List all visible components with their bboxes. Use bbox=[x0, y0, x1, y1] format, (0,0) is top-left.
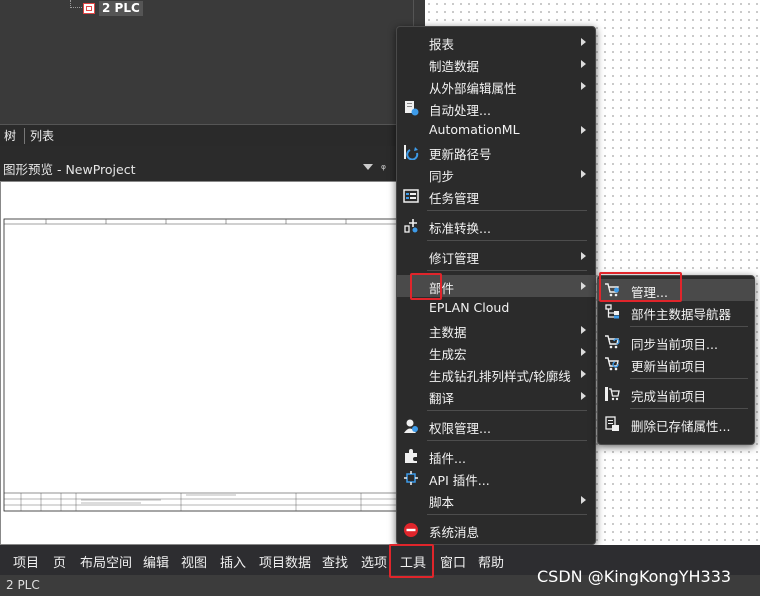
menu-item-api-add-ins[interactable]: API 插件... bbox=[397, 467, 595, 489]
menu-item-update-path-number[interactable]: 更新路径号 bbox=[397, 141, 595, 163]
menubar-item-help[interactable]: 帮助 bbox=[478, 552, 504, 571]
highlight-box-manage bbox=[599, 272, 682, 302]
submenu-item-parts-navigator[interactable]: 部件主数据导航器 bbox=[598, 301, 754, 323]
submenu-item-sync-project[interactable]: 同步当前项目... bbox=[598, 331, 754, 353]
tree-node-plc[interactable]: 2 PLC bbox=[83, 0, 143, 16]
menu-item-auto-process[interactable]: 自动处理... bbox=[397, 97, 595, 119]
menubar-item-view[interactable]: 视图 bbox=[181, 552, 207, 571]
complete-project-icon bbox=[605, 387, 620, 401]
menu-item-standard-conversion[interactable]: 标准转换... bbox=[397, 215, 595, 237]
menu-item-generate-macros[interactable]: 生成宏 bbox=[397, 341, 595, 363]
navigator-tabs: 树 列表 bbox=[0, 124, 425, 146]
menubar-item-insert[interactable]: 插入 bbox=[220, 552, 246, 571]
submenu-item-delete-stored-properties[interactable]: 删除已存储属性... bbox=[598, 413, 754, 435]
menu-separator bbox=[427, 210, 587, 211]
submenu-arrow-icon bbox=[581, 282, 586, 290]
highlight-box-tools bbox=[389, 544, 434, 578]
submenu-separator bbox=[630, 326, 748, 327]
system-message-icon bbox=[404, 523, 418, 537]
menu-item-rights-management[interactable]: 权限管理... bbox=[397, 415, 595, 437]
menu-item-revision-management[interactable]: 修订管理 bbox=[397, 245, 595, 267]
menu-item-eplan-cloud[interactable]: EPLAN Cloud bbox=[397, 297, 595, 319]
sync-project-icon bbox=[605, 335, 620, 349]
menu-item-task-manager[interactable]: 任务管理 bbox=[397, 185, 595, 207]
page-thumbnail bbox=[3, 218, 411, 512]
tab-divider bbox=[24, 128, 25, 144]
menubar-item-page[interactable]: 页 bbox=[53, 552, 66, 571]
auto-process-icon bbox=[405, 101, 419, 116]
plugin-icon bbox=[405, 449, 417, 463]
menu-item-scripts[interactable]: 脚本 bbox=[397, 489, 595, 511]
menubar-item-project[interactable]: 项目 bbox=[13, 552, 39, 571]
project-tree-panel bbox=[0, 0, 414, 124]
update-path-icon bbox=[404, 145, 419, 160]
menubar-item-find[interactable]: 查找 bbox=[322, 552, 348, 571]
menubar-item-layout-space[interactable]: 布局空间 bbox=[80, 552, 132, 571]
pin-icon[interactable]: ᵩ bbox=[381, 158, 386, 172]
menubar-item-options[interactable]: 选项 bbox=[361, 552, 387, 571]
menu-item-add-ins[interactable]: 插件... bbox=[397, 445, 595, 467]
submenu-arrow-icon bbox=[581, 392, 586, 400]
submenu-separator bbox=[630, 378, 748, 379]
submenu-arrow-icon bbox=[581, 126, 586, 134]
submenu-arrow-icon bbox=[581, 370, 586, 378]
highlight-box-parts bbox=[410, 273, 442, 300]
menu-separator bbox=[427, 270, 587, 271]
menu-item-manufacturing-data[interactable]: 制造数据 bbox=[397, 53, 595, 75]
tree-node-label: 2 PLC bbox=[99, 0, 143, 16]
delete-properties-icon bbox=[605, 416, 619, 431]
tab-tree[interactable]: 树 bbox=[4, 127, 16, 144]
menu-item-generate-drilling-patterns[interactable]: 生成钻孔排列样式/轮廓线 bbox=[397, 363, 595, 385]
submenu-arrow-icon bbox=[581, 496, 586, 504]
submenu-arrow-icon bbox=[581, 170, 586, 178]
tab-list[interactable]: 列表 bbox=[30, 127, 54, 144]
menu-separator bbox=[427, 240, 587, 241]
menu-item-translate[interactable]: 翻译 bbox=[397, 385, 595, 407]
watermark-text: CSDN @KingKongYH333 bbox=[537, 567, 732, 586]
permission-icon bbox=[404, 419, 418, 433]
menu-item-master-data[interactable]: 主数据 bbox=[397, 319, 595, 341]
menu-separator bbox=[427, 514, 587, 515]
parts-navigator-icon bbox=[605, 304, 619, 319]
menubar-item-window[interactable]: 窗口 bbox=[440, 552, 466, 571]
submenu-arrow-icon bbox=[581, 60, 586, 68]
menu-separator bbox=[427, 410, 587, 411]
task-manager-icon bbox=[403, 189, 419, 203]
status-text: 2 PLC bbox=[6, 578, 40, 592]
submenu-arrow-icon bbox=[581, 348, 586, 356]
submenu-arrow-icon bbox=[581, 326, 586, 334]
submenu-item-update-project[interactable]: 更新当前项目 bbox=[598, 353, 754, 375]
submenu-arrow-icon bbox=[581, 38, 586, 46]
plc-page-icon bbox=[83, 2, 95, 14]
submenu-arrow-icon bbox=[581, 82, 586, 90]
submenu-separator bbox=[630, 408, 748, 409]
standard-convert-icon bbox=[404, 219, 418, 233]
menu-item-edit-external-properties[interactable]: 从外部编辑属性 bbox=[397, 75, 595, 97]
menubar-item-project-data[interactable]: 项目数据 bbox=[259, 552, 311, 571]
menu-item-sync[interactable]: 同步 bbox=[397, 163, 595, 185]
menu-item-system-messages[interactable]: 系统消息 bbox=[397, 519, 595, 541]
update-project-icon bbox=[605, 357, 619, 371]
menu-separator bbox=[427, 440, 587, 441]
panel-dropdown-icon[interactable] bbox=[363, 164, 373, 170]
submenu-item-complete-project[interactable]: 完成当前项目 bbox=[598, 383, 754, 405]
graphic-preview-area bbox=[0, 181, 414, 545]
submenu-arrow-icon bbox=[581, 252, 586, 260]
graphic-preview-header: 图形预览 - NewProject ᵩ bbox=[0, 156, 425, 180]
api-plugin-icon bbox=[404, 471, 418, 485]
menubar-item-edit[interactable]: 编辑 bbox=[143, 552, 169, 571]
tree-connector-line bbox=[70, 0, 82, 8]
menu-item-reports[interactable]: 报表 bbox=[397, 31, 595, 53]
menu-item-automationml[interactable]: AutomationML bbox=[397, 119, 595, 141]
graphic-preview-title: 图形预览 - NewProject bbox=[3, 162, 136, 177]
